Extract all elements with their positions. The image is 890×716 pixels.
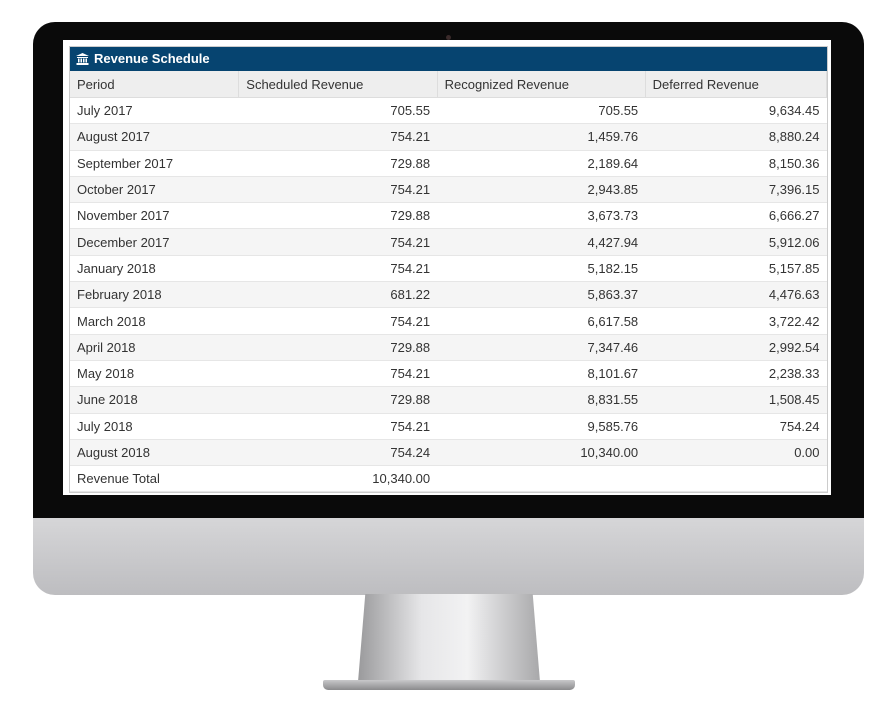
table-cell: 754.21: [238, 413, 438, 440]
table-cell: August 2018: [70, 439, 239, 467]
table-cell: 681.22: [238, 281, 438, 309]
table-row: August 2018 754.24 10,340.00 0.00: [70, 439, 827, 467]
table-cell: 705.55: [238, 97, 438, 125]
table-cell: March 2018: [70, 307, 239, 335]
total-row: Revenue Total 10,340.00: [70, 465, 827, 493]
table-cell: 729.88: [238, 386, 438, 414]
table-cell: 5,863.37: [437, 281, 646, 309]
table-cell: 754.21: [238, 360, 438, 388]
table-cell: August 2017: [70, 123, 239, 151]
table-cell: 8,831.55: [437, 386, 646, 414]
table-cell: 1,459.76: [437, 123, 646, 151]
table-row: November 2017 729.88 3,673.73 6,666.27: [70, 202, 827, 230]
table-cell: 5,912.06: [645, 228, 827, 256]
table-cell: 4,476.63: [645, 281, 827, 309]
table-row: March 2018 754.21 6,617.58 3,722.42: [70, 307, 827, 335]
table-cell: 729.88: [238, 334, 438, 361]
table-cell: 8,101.67: [437, 360, 646, 388]
table-cell: 754.24: [645, 413, 827, 440]
table-cell: 705.55: [437, 97, 646, 125]
column-header[interactable]: Deferred Revenue: [645, 71, 828, 98]
total-cell: 10,340.00: [238, 465, 438, 493]
total-cell: Revenue Total: [70, 465, 239, 493]
table-cell: June 2018: [70, 386, 239, 414]
table-cell: 754.21: [238, 123, 438, 151]
revenue-schedule-panel: Revenue Schedule Period Scheduled Revenue…: [69, 46, 828, 494]
table-cell: December 2017: [70, 228, 239, 256]
table-cell: July 2018: [70, 413, 239, 440]
table-cell: 754.21: [238, 176, 438, 204]
column-header[interactable]: Recognized Revenue: [437, 71, 646, 98]
table-cell: 6,617.58: [437, 307, 646, 335]
table-cell: 754.21: [238, 228, 438, 256]
table-cell: 729.88: [238, 150, 438, 177]
table-cell: 7,347.46: [437, 334, 646, 361]
table-cell: 8,150.36: [645, 150, 827, 177]
table-row: September 2017 729.88 2,189.64 8,150.36: [70, 150, 827, 177]
screen: Revenue Schedule Period Scheduled Revenue…: [63, 40, 831, 495]
table-cell: May 2018: [70, 360, 239, 388]
table-row: February 2018 681.22 5,863.37 4,476.63: [70, 281, 827, 309]
table-cell: 9,585.76: [437, 413, 646, 440]
monitor-stand: [358, 594, 540, 682]
table-cell: July 2017: [70, 97, 239, 125]
table-cell: 4,427.94: [437, 228, 646, 256]
table-cell: February 2018: [70, 281, 239, 309]
table-cell: September 2017: [70, 150, 239, 177]
table-cell: 5,182.15: [437, 255, 646, 283]
table-row: October 2017 754.21 2,943.85 7,396.15: [70, 176, 827, 204]
table-cell: 729.88: [238, 202, 438, 230]
monitor-chin: [33, 518, 864, 595]
table-cell: 2,238.33: [645, 360, 827, 388]
table-cell: 7,396.15: [645, 176, 827, 204]
table-row: April 2018 729.88 7,347.46 2,992.54: [70, 334, 827, 361]
panel-header: Revenue Schedule: [70, 47, 827, 71]
table-cell: 754.21: [238, 307, 438, 335]
total-cell: [437, 465, 646, 493]
table-cell: 754.21: [238, 255, 438, 283]
table-cell: 754.24: [238, 439, 438, 467]
table-cell: 0.00: [645, 439, 827, 467]
table-cell: 8,880.24: [645, 123, 827, 151]
table-row: June 2018 729.88 8,831.55 1,508.45: [70, 386, 827, 414]
table-cell: 3,673.73: [437, 202, 646, 230]
table-cell: 3,722.42: [645, 307, 827, 335]
table-cell: 2,992.54: [645, 334, 827, 361]
total-cell: [645, 465, 827, 493]
table-row: July 2018 754.21 9,585.76 754.24: [70, 413, 827, 440]
table-cell: April 2018: [70, 334, 239, 361]
table-cell: 1,508.45: [645, 386, 827, 414]
table-row: May 2018 754.21 8,101.67 2,238.33: [70, 360, 827, 388]
table-cell: 5,157.85: [645, 255, 827, 283]
table-cell: 2,943.85: [437, 176, 646, 204]
table-cell: 2,189.64: [437, 150, 646, 177]
table-row: August 2017 754.21 1,459.76 8,880.24: [70, 123, 827, 151]
panel-title: Revenue Schedule: [94, 51, 210, 66]
revenue-table: Period Scheduled Revenue Recognized Revenu…: [70, 71, 828, 493]
table-cell: 9,634.45: [645, 97, 827, 125]
table-row: January 2018 754.21 5,182.15 5,157.85: [70, 255, 827, 283]
table-row: December 2017 754.21 4,427.94 5,912.06: [70, 228, 827, 256]
monitor-base: [323, 680, 575, 690]
table-row: July 2017 705.55 705.55 9,634.45: [70, 97, 827, 125]
table-cell: 10,340.00: [437, 439, 646, 467]
table-cell: October 2017: [70, 176, 239, 204]
table-cell: 6,666.27: [645, 202, 827, 230]
bank-icon: [76, 53, 89, 65]
table-cell: January 2018: [70, 255, 239, 283]
table-cell: November 2017: [70, 202, 239, 230]
column-header[interactable]: Scheduled Revenue: [238, 71, 438, 98]
column-header[interactable]: Period: [70, 71, 240, 98]
